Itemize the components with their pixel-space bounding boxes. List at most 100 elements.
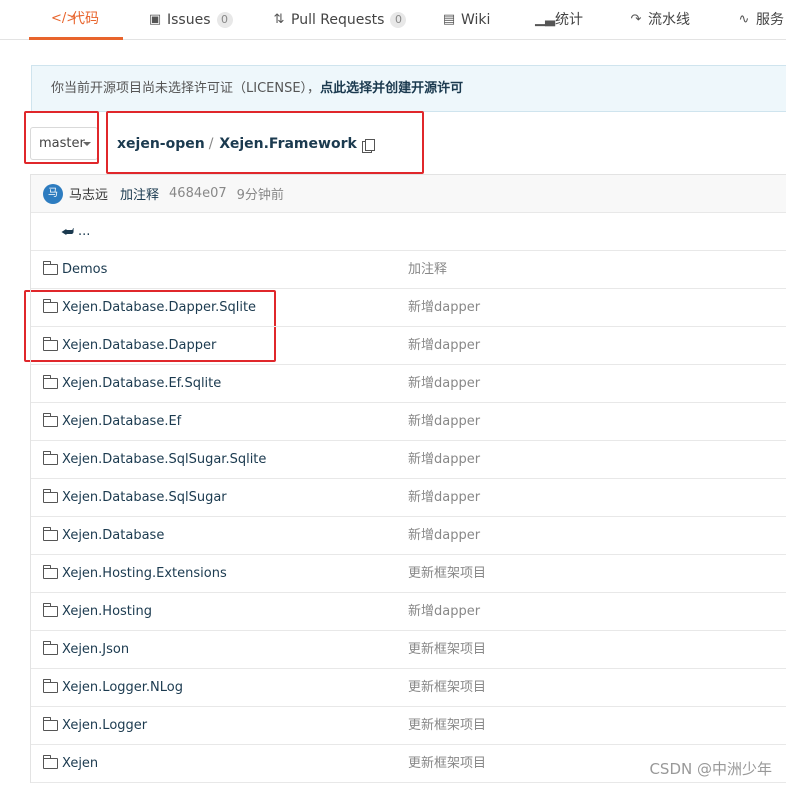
commit-sha[interactable]: 4684e07	[169, 186, 227, 201]
table-row[interactable]: Xejen.Database.SqlSugar 新增dapper	[31, 479, 786, 517]
folder-name[interactable]: Xejen.Database	[62, 517, 164, 555]
tab-wiki-label: Wiki	[461, 12, 491, 28]
folder-name[interactable]: Xejen.Logger	[62, 707, 147, 745]
table-row[interactable]: Xejen.Database 新增dapper	[31, 517, 786, 555]
table-row[interactable]: Xejen.Database.SqlSugar.Sqlite 新增dapper	[31, 441, 786, 479]
table-row[interactable]: Xejen.Database.Dapper.Sqlite 新增dapper	[31, 289, 786, 327]
tab-service-label: 服务	[756, 12, 784, 28]
pull-request-icon: ⇅	[273, 12, 285, 27]
commit-description[interactable]: 新增dapper	[408, 593, 480, 631]
tab-code[interactable]: </> 代码	[29, 0, 123, 40]
latest-commit-bar: 马 马志远 加注释 4684e07 9分钟前	[31, 175, 786, 213]
commit-description[interactable]: 新增dapper	[408, 479, 480, 517]
caret-down-icon	[83, 142, 91, 146]
pipeline-icon: ↷	[630, 12, 642, 27]
stats-icon: ▁▃	[535, 12, 555, 27]
folder-name[interactable]: Xejen.Logger.NLog	[62, 669, 183, 707]
csdn-watermark: CSDN @中洲少年	[649, 760, 772, 778]
folder-icon	[43, 451, 58, 465]
folder-name[interactable]: Xejen.Database.SqlSugar.Sqlite	[62, 441, 266, 479]
tab-code-label: 代码	[71, 10, 99, 27]
issues-icon: ▣	[148, 12, 162, 27]
issues-count-badge: 0	[216, 12, 233, 28]
repo-tab-bar: </> 代码 ▣ Issues 0 ⇅ Pull Requests 0 ▤ Wi…	[0, 0, 786, 40]
branch-selector[interactable]: master	[30, 127, 98, 160]
commit-description[interactable]: 新增dapper	[408, 517, 480, 555]
copy-icon[interactable]	[361, 138, 375, 153]
folder-icon	[43, 489, 58, 503]
tab-issues-label: Issues	[167, 12, 211, 28]
commit-description[interactable]: 新增dapper	[408, 403, 480, 441]
tab-pull-requests[interactable]: ⇅ Pull Requests 0	[271, 0, 407, 40]
folder-name[interactable]: Xejen.Hosting.Extensions	[62, 555, 227, 593]
code-icon: </>	[51, 10, 78, 26]
breadcrumb-owner-link[interactable]: xejen-open	[117, 133, 205, 155]
tab-stats[interactable]: ▁▃ 统计	[535, 0, 583, 40]
avatar[interactable]: 马	[43, 183, 63, 204]
commit-description[interactable]: 加注释	[408, 251, 447, 289]
folder-name[interactable]: Xejen.Database.SqlSugar	[62, 479, 227, 517]
commit-description[interactable]: 新增dapper	[408, 365, 480, 403]
table-row[interactable]: Xejen.Database.Dapper 新增dapper	[31, 327, 786, 365]
tab-pipeline[interactable]: ↷ 流水线	[628, 0, 690, 40]
folder-name[interactable]: Xejen.Hosting	[62, 593, 152, 631]
folder-name[interactable]: Xejen.Database.Ef	[62, 403, 181, 441]
folder-icon	[43, 755, 58, 769]
folder-icon	[43, 717, 58, 731]
wiki-icon: ▤	[442, 12, 456, 27]
folder-name[interactable]: Xejen.Database.Ef.Sqlite	[62, 365, 221, 403]
breadcrumb: xejen-open / Xejen.Framework	[117, 133, 375, 155]
tab-wiki[interactable]: ▤ Wiki	[441, 0, 491, 40]
license-notice: 你当前开源项目尚未选择许可证（LICENSE），点此选择并创建开源许可	[31, 65, 786, 112]
table-row[interactable]: Xejen.Logger 更新框架项目	[31, 707, 786, 745]
commit-description[interactable]: 更新框架项目	[408, 631, 486, 669]
folder-icon	[43, 641, 58, 655]
folder-icon	[43, 565, 58, 579]
folder-icon	[43, 413, 58, 427]
breadcrumb-repo-link[interactable]: Xejen.Framework	[219, 133, 356, 155]
tab-pipeline-label: 流水线	[648, 12, 690, 28]
folder-icon	[43, 679, 58, 693]
branch-name: master	[39, 136, 85, 151]
commit-description[interactable]: 更新框架项目	[408, 669, 486, 707]
service-icon: ∿	[738, 12, 750, 27]
table-row[interactable]: Xejen.Hosting.Extensions 更新框架项目	[31, 555, 786, 593]
folder-name[interactable]: Demos	[62, 251, 107, 289]
folder-icon	[43, 299, 58, 313]
table-row[interactable]: Xejen.Database.Ef.Sqlite 新增dapper	[31, 365, 786, 403]
folder-icon	[43, 527, 58, 541]
create-license-link[interactable]: 点此选择并创建开源许可	[320, 81, 463, 96]
commit-description[interactable]: 更新框架项目	[408, 707, 486, 745]
tab-service[interactable]: ∿ 服务	[736, 0, 784, 40]
table-row[interactable]: Demos 加注释	[31, 251, 786, 289]
pull-requests-count-badge: 0	[390, 12, 407, 28]
folder-name[interactable]: Xejen.Database.Dapper	[62, 327, 216, 365]
table-row[interactable]: Xejen.Logger.NLog 更新框架项目	[31, 669, 786, 707]
commit-description[interactable]: 新增dapper	[408, 441, 480, 479]
tab-pull-requests-label: Pull Requests	[291, 12, 385, 28]
table-row[interactable]: Xejen.Hosting 新增dapper	[31, 593, 786, 631]
parent-directory-row[interactable]: ⮨ ...	[31, 213, 786, 251]
breadcrumb-separator: /	[208, 136, 214, 152]
folder-name[interactable]: Xejen.Json	[62, 631, 129, 669]
commit-description[interactable]: 新增dapper	[408, 327, 480, 365]
commit-author[interactable]: 马志远	[69, 184, 108, 203]
commit-description[interactable]: 更新框架项目	[408, 555, 486, 593]
table-row[interactable]: Xejen.Json 更新框架项目	[31, 631, 786, 669]
commit-description[interactable]: 更新框架项目	[408, 745, 486, 783]
folder-name[interactable]: Xejen	[62, 745, 98, 783]
back-arrow-icon: ⮨	[61, 223, 75, 240]
folder-icon	[43, 603, 58, 617]
commit-description[interactable]: 新增dapper	[408, 289, 480, 327]
folder-icon	[43, 375, 58, 389]
tab-issues[interactable]: ▣ Issues 0	[147, 0, 233, 40]
table-row[interactable]: Xejen.Database.Ef 新增dapper	[31, 403, 786, 441]
commit-message[interactable]: 加注释	[120, 184, 159, 203]
parent-directory-label: ...	[78, 224, 91, 239]
folder-name[interactable]: Xejen.Database.Dapper.Sqlite	[62, 289, 256, 327]
commit-time: 9分钟前	[236, 188, 284, 203]
folder-icon	[43, 261, 58, 275]
file-table: 马 马志远 加注释 4684e07 9分钟前 ⮨ ... Demos 加注释 X…	[30, 174, 786, 783]
folder-icon	[43, 337, 58, 351]
license-notice-text: 你当前开源项目尚未选择许可证（LICENSE），	[51, 81, 321, 96]
